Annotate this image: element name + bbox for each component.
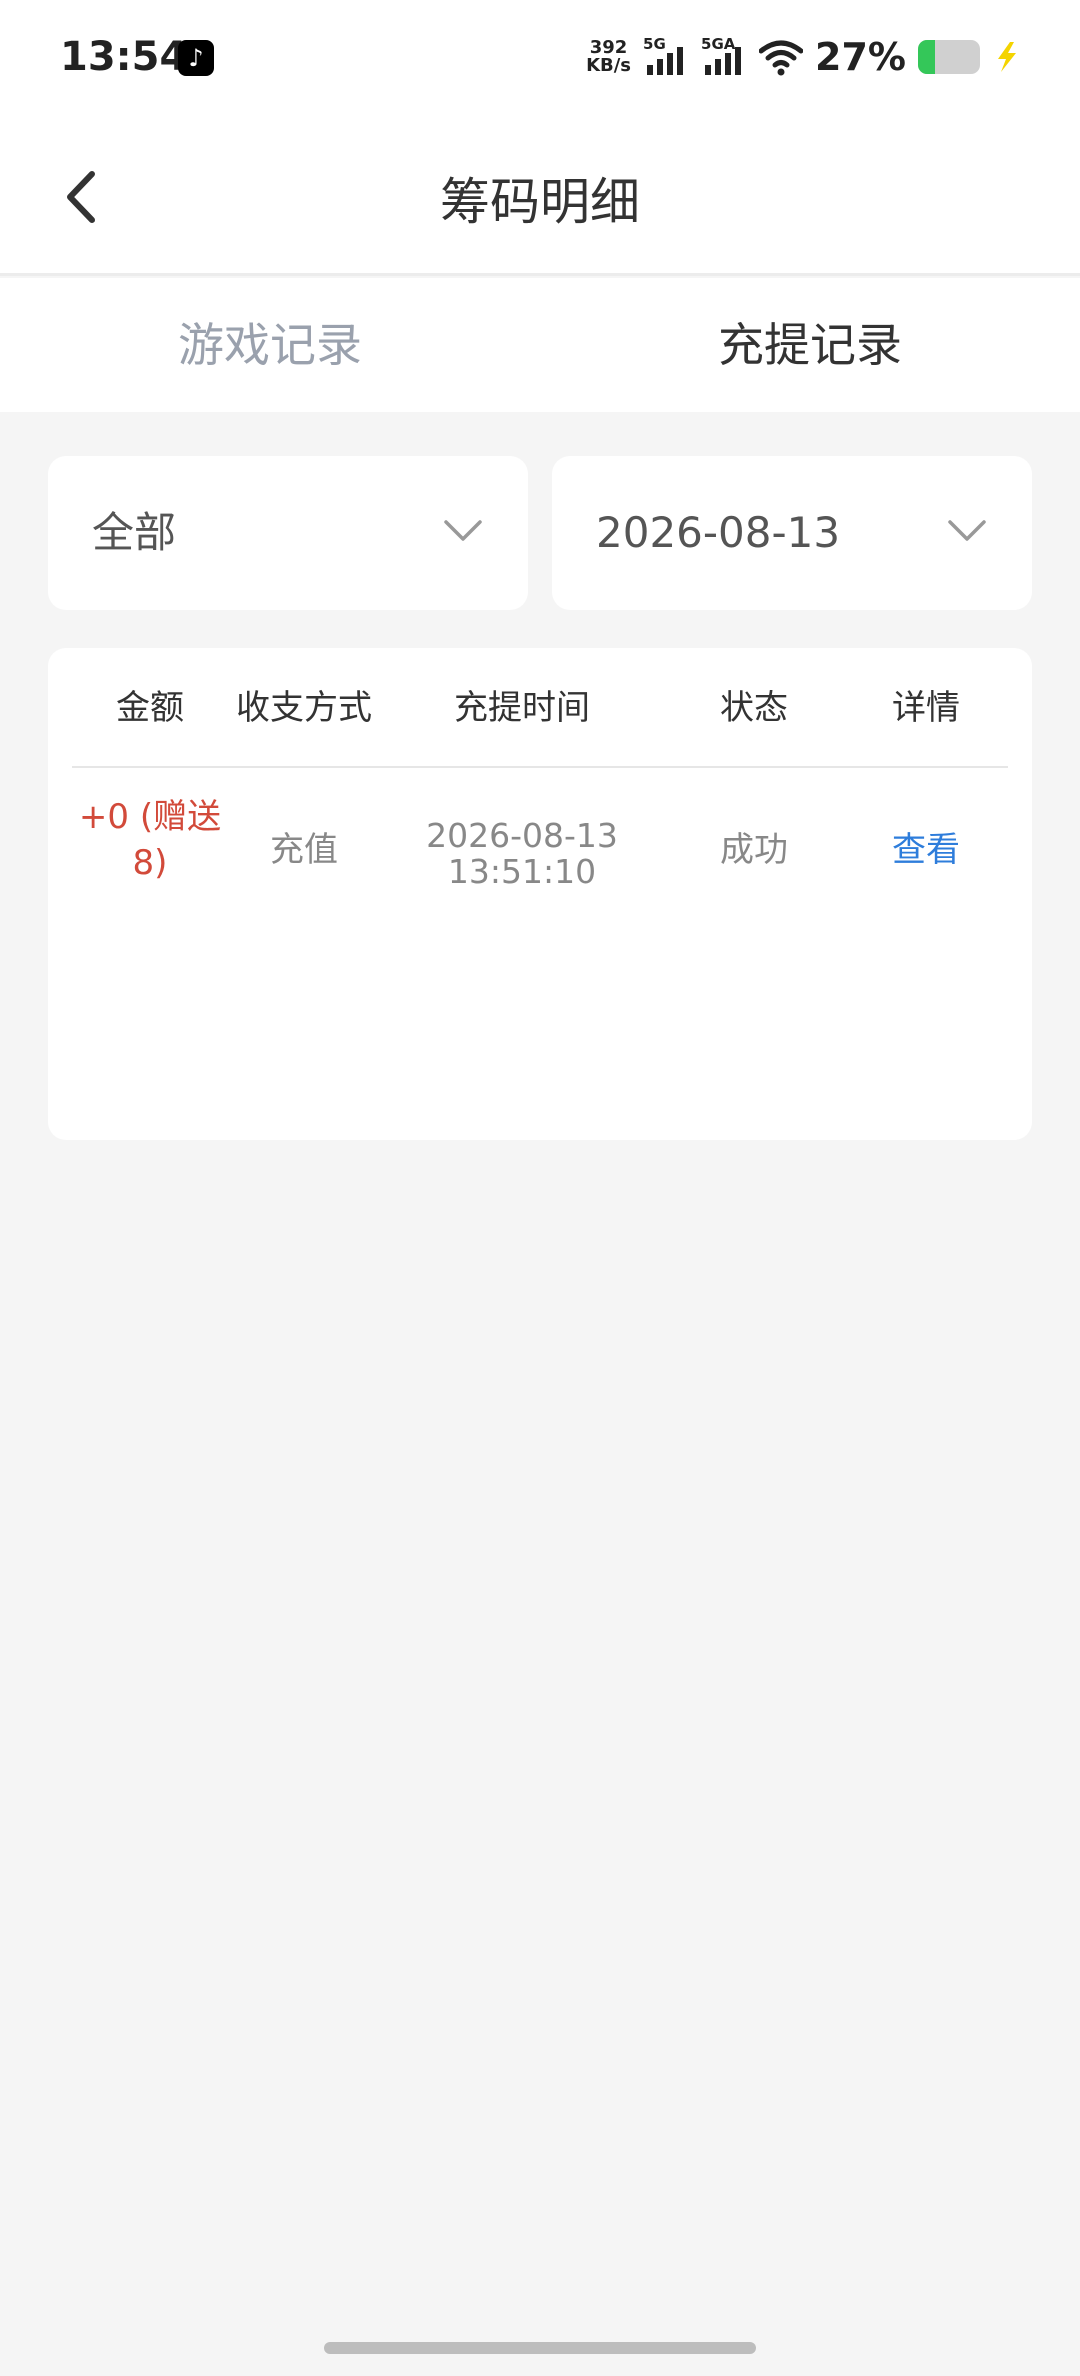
page-title: 筹码明细 (440, 173, 640, 231)
table-row: +0 (赠送 8) 充值 2026-08-13 13:51:10 成功 查看 (72, 770, 1008, 930)
status-bar: 13:54 ♪ 392 KB/s 5G 5GA 27% (0, 0, 1080, 118)
header-method: 收支方式 (236, 688, 372, 728)
home-indicator[interactable] (324, 2342, 756, 2354)
signal-sim1-icon: 5G (643, 35, 689, 79)
records-table: 金额 收支方式 充提时间 状态 详情 +0 (赠送 8) 充值 2026-08-… (48, 648, 1032, 1140)
status-time: 13:54 (60, 34, 188, 80)
date-filter-dropdown[interactable]: 2026-08-13 (552, 456, 1032, 610)
chevron-down-icon (948, 520, 986, 541)
type-filter-dropdown[interactable]: 全部 (48, 456, 528, 610)
tab-bar: 游戏记录 充提记录 (0, 278, 1080, 412)
header-detail: 详情 (892, 688, 960, 728)
wifi-icon (759, 40, 804, 76)
tab-deposit-withdraw-records[interactable]: 充提记录 (540, 278, 1080, 412)
tab-game-records[interactable]: 游戏记录 (0, 278, 540, 412)
header-time: 充提时间 (454, 688, 590, 728)
status-icons: 392 KB/s 5G 5GA 27% (586, 32, 1020, 82)
row-status: 成功 (720, 830, 788, 870)
row-amount: +0 (赠送 8) (78, 797, 222, 883)
nav-bar: 筹码明细 (0, 118, 1080, 276)
table-header: 金额 收支方式 充提时间 状态 详情 (72, 648, 1008, 768)
tiktok-icon: ♪ (178, 40, 214, 76)
type-filter-value: 全部 (92, 508, 177, 557)
row-time: 2026-08-13 13:51:10 (426, 816, 618, 891)
battery-percent: 27% (815, 35, 906, 79)
battery-icon (918, 40, 980, 74)
header-status: 状态 (720, 688, 788, 728)
network-speed: 392 KB/s (586, 37, 632, 76)
row-method: 充值 (270, 830, 338, 870)
signal-sim2-icon: 5GA (701, 35, 747, 79)
chevron-down-icon (444, 520, 482, 541)
date-filter-value: 2026-08-13 (596, 508, 841, 557)
header-amount: 金额 (116, 688, 184, 728)
view-detail-link[interactable]: 查看 (844, 770, 1008, 930)
bolt-icon (998, 42, 1016, 72)
